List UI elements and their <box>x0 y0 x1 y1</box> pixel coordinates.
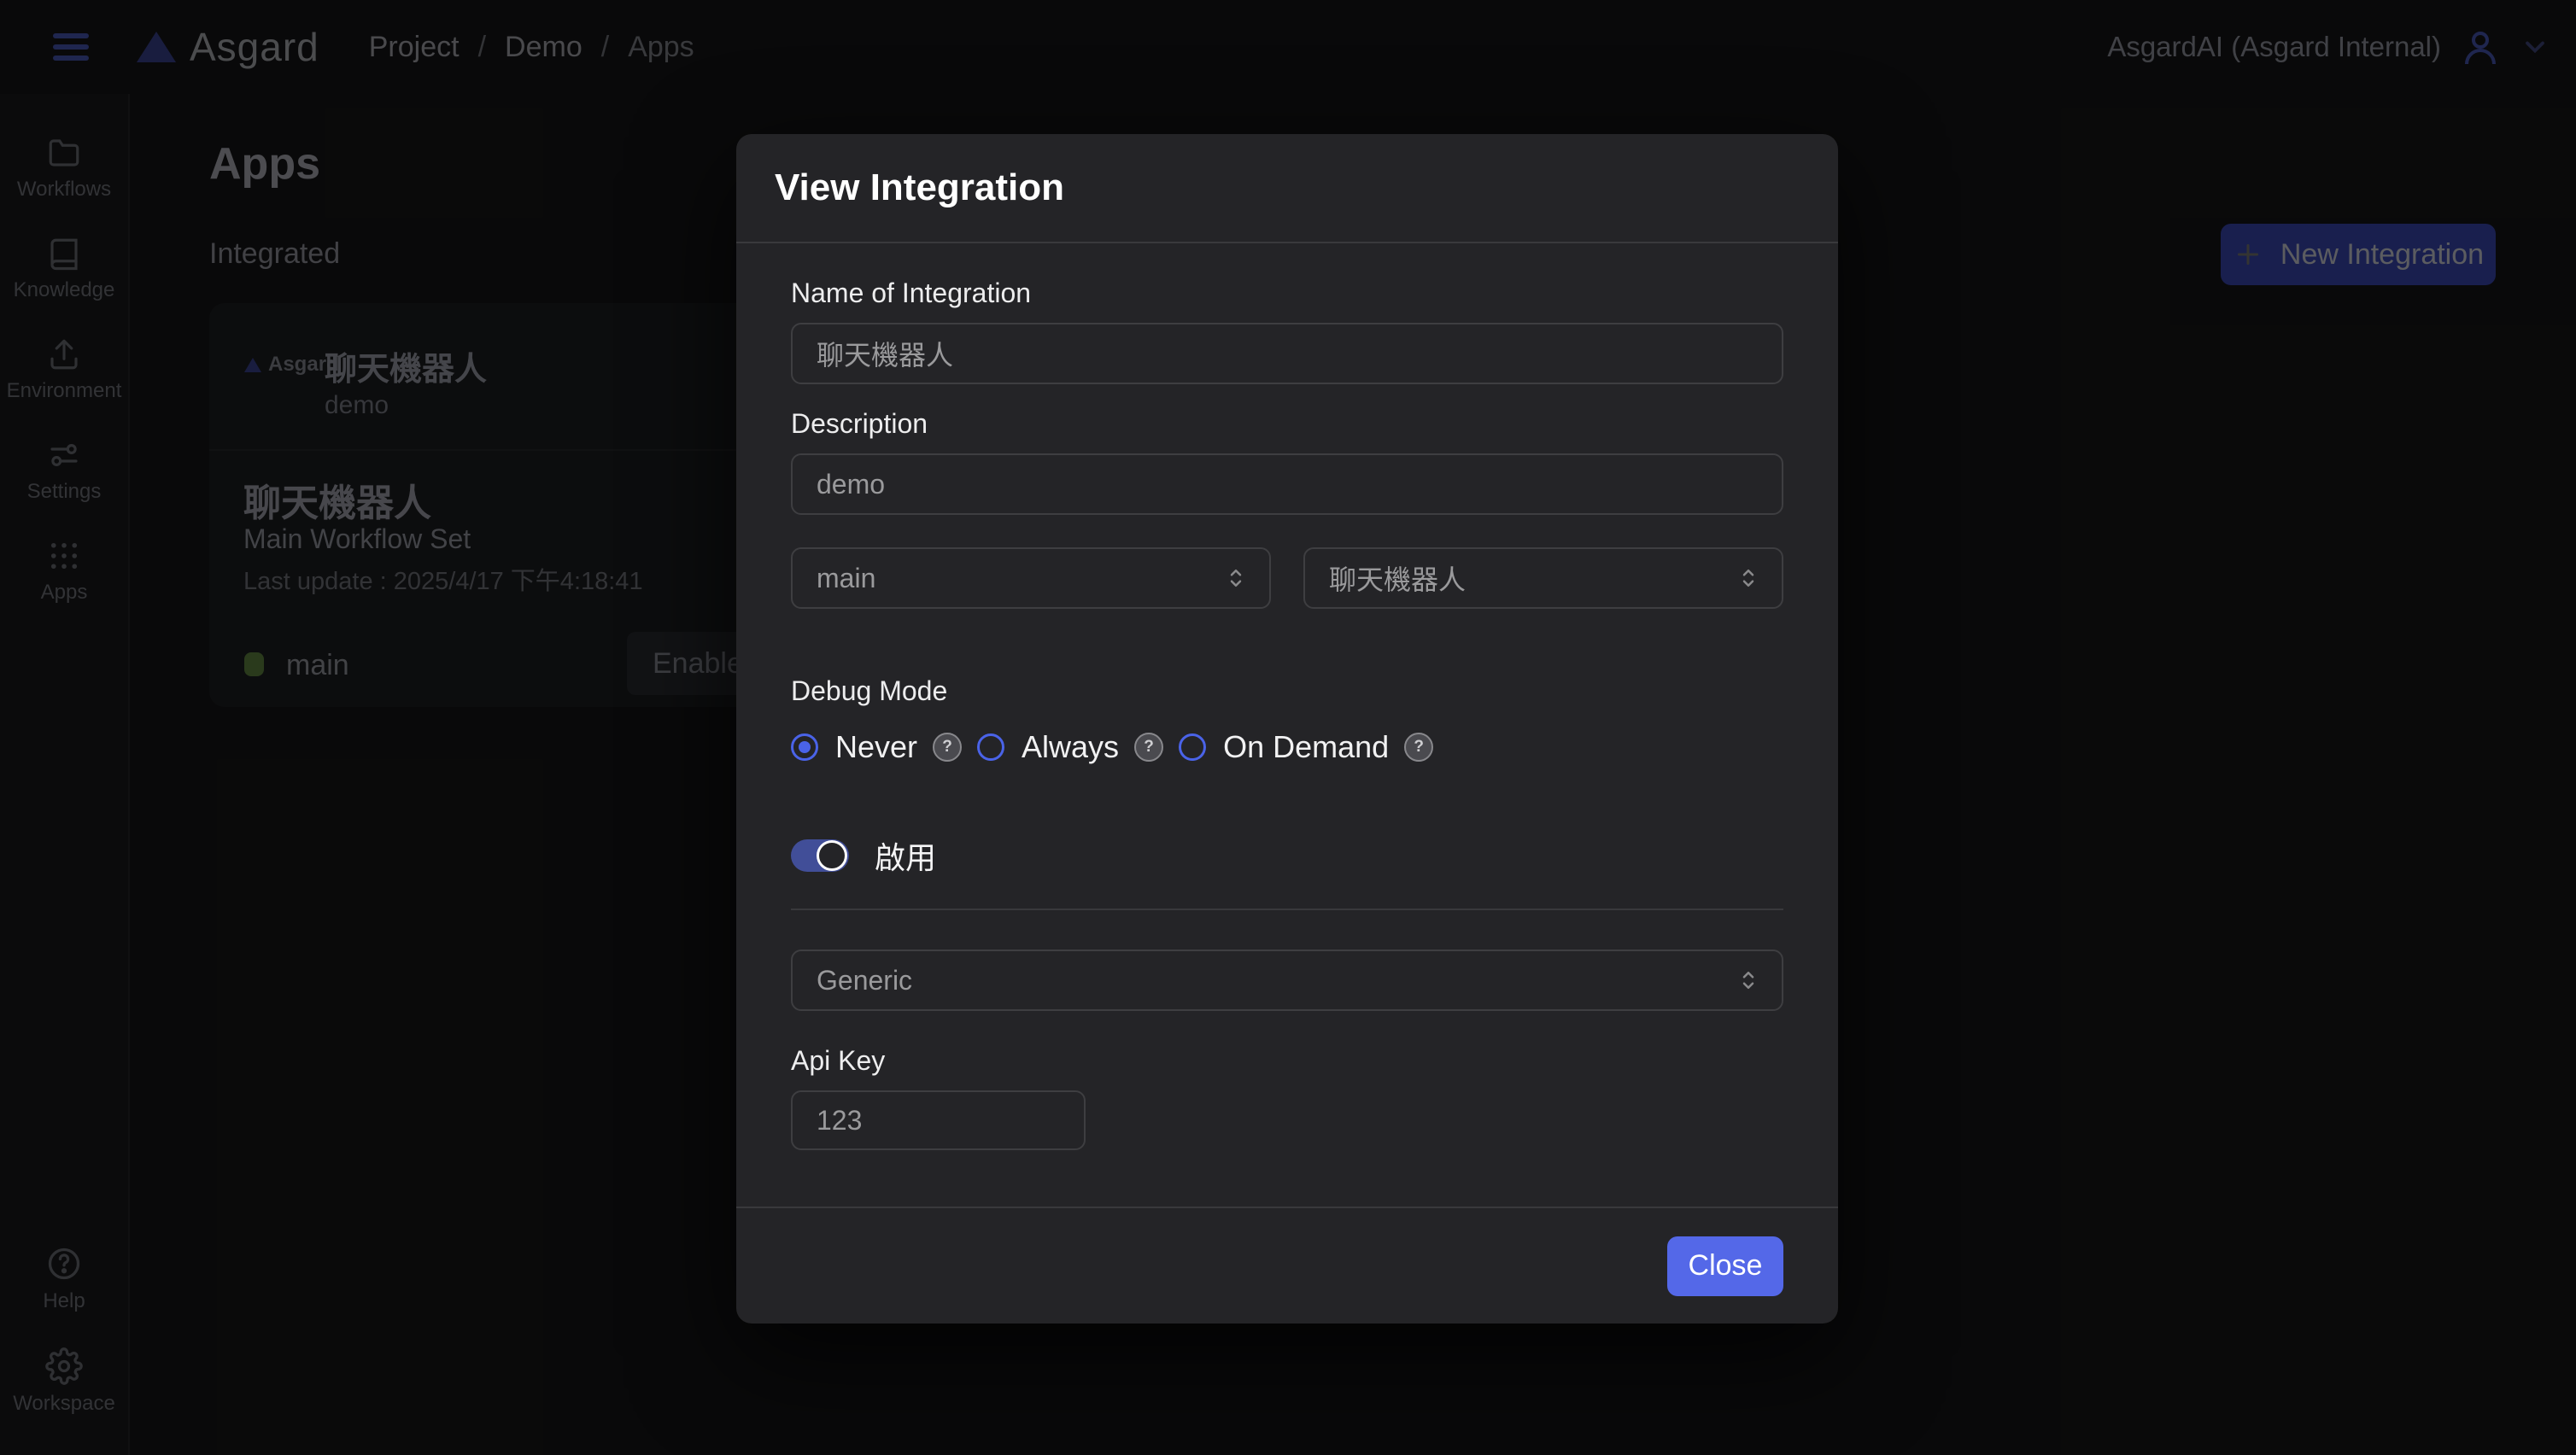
name-input[interactable]: 聊天機器人 <box>791 323 1783 384</box>
select-row: main 聊天機器人 <box>791 547 1783 609</box>
select-chevron-icon <box>1736 565 1761 591</box>
enabled-toggle[interactable] <box>791 839 849 872</box>
radio-always[interactable] <box>977 733 1004 761</box>
description-label: Description <box>791 408 1783 440</box>
enabled-toggle-label: 啟用 <box>875 833 936 878</box>
debug-mode-radio-group: Never ? Always ? On Demand ? <box>791 729 1783 765</box>
api-key-input[interactable]: 123 <box>791 1090 1086 1150</box>
description-input[interactable]: demo <box>791 453 1783 515</box>
select-chevron-icon <box>1736 967 1761 993</box>
branch-select-value: main <box>817 563 875 594</box>
help-icon[interactable]: ? <box>1404 733 1433 762</box>
debug-mode-label: Debug Mode <box>791 675 1783 707</box>
name-label: Name of Integration <box>791 278 1783 309</box>
view-integration-modal: View Integration Name of Integration 聊天機… <box>736 134 1838 1324</box>
type-select[interactable]: Generic <box>791 950 1783 1011</box>
toggle-knob <box>817 840 847 871</box>
help-icon[interactable]: ? <box>933 733 962 762</box>
close-button[interactable]: Close <box>1667 1236 1783 1296</box>
workflow-select[interactable]: 聊天機器人 <box>1303 547 1783 609</box>
modal-header: View Integration <box>736 134 1838 243</box>
help-icon[interactable]: ? <box>1134 733 1163 762</box>
modal-footer: Close <box>736 1207 1838 1324</box>
workflow-select-value: 聊天機器人 <box>1329 558 1466 598</box>
divider <box>791 909 1783 910</box>
modal-title: View Integration <box>775 167 1064 209</box>
select-chevron-icon <box>1223 565 1249 591</box>
api-key-label: Api Key <box>791 1045 1783 1077</box>
enabled-toggle-row: 啟用 <box>791 833 1783 878</box>
radio-on-demand-label: On Demand <box>1223 729 1389 765</box>
radio-always-label: Always <box>1022 729 1119 765</box>
app-root: Asgard Project / Demo / Apps AsgardAI (A… <box>0 0 2576 1455</box>
radio-on-demand[interactable] <box>1179 733 1206 761</box>
branch-select[interactable]: main <box>791 547 1271 609</box>
modal-body: Name of Integration 聊天機器人 Description de… <box>736 243 1838 1207</box>
radio-never[interactable] <box>791 733 818 761</box>
type-select-value: Generic <box>817 965 912 996</box>
radio-never-label: Never <box>835 729 917 765</box>
